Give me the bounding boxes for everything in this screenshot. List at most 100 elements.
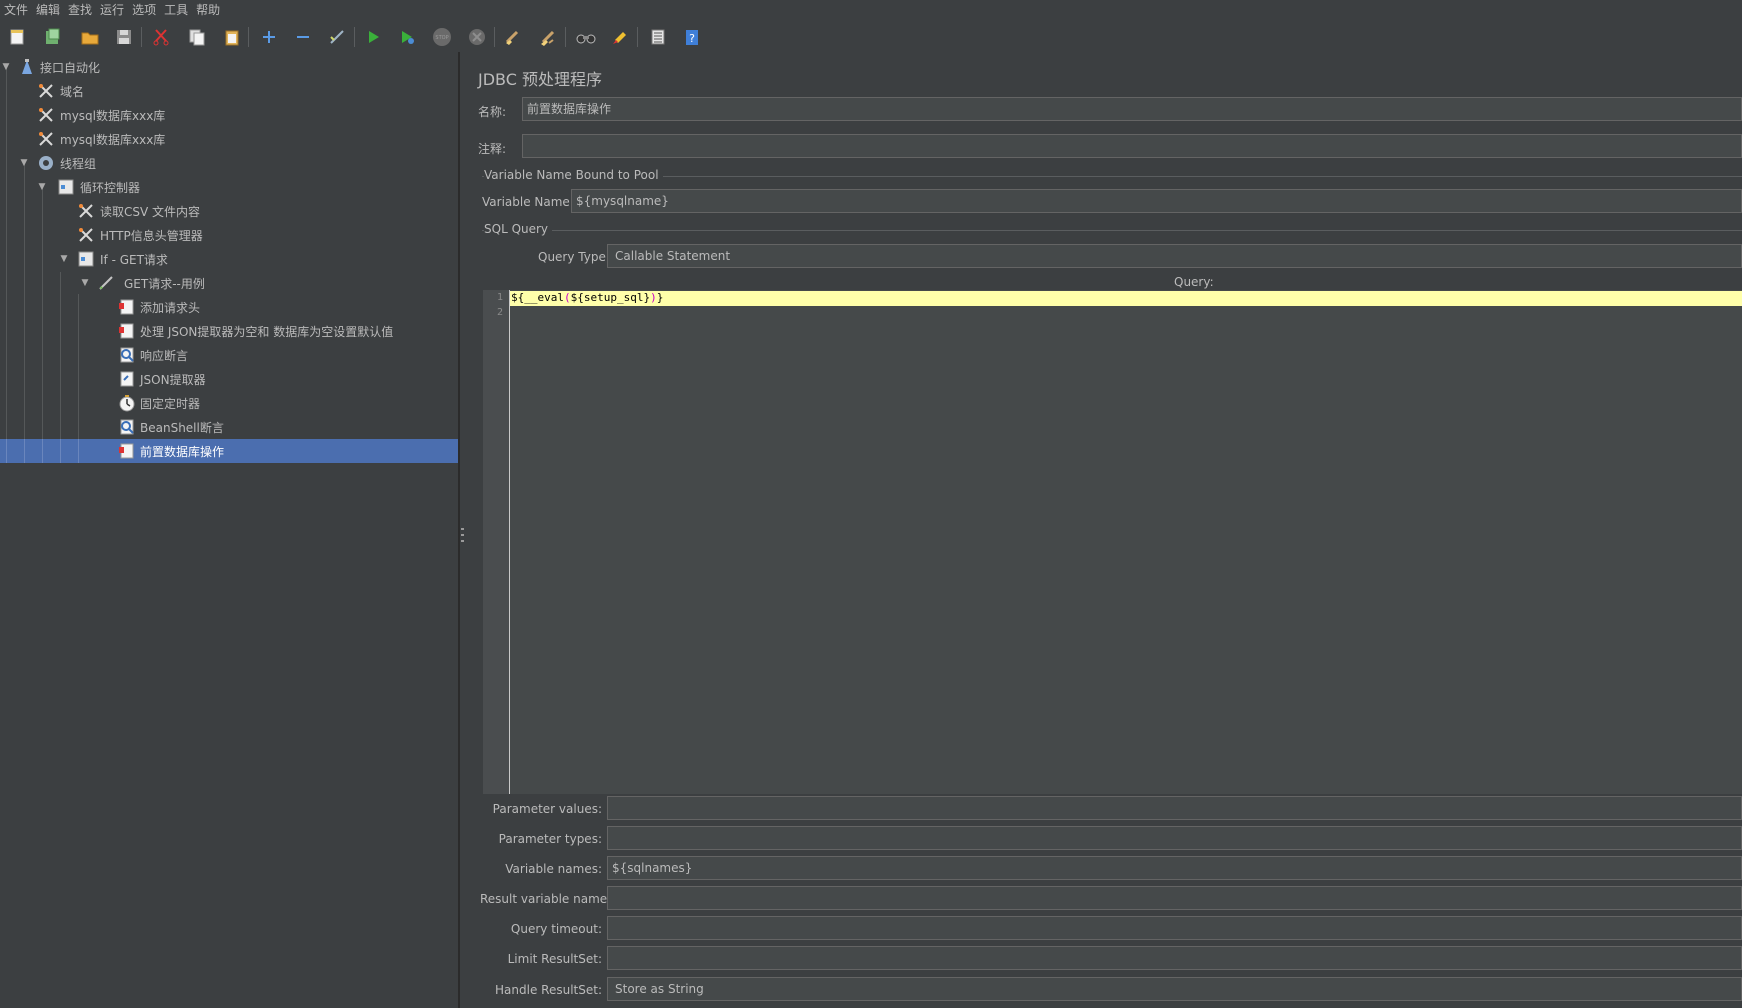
- tree-node-sampler[interactable]: ▼ GET请求--用例: [0, 271, 458, 295]
- tree-node-config[interactable]: HTTP信息头管理器: [0, 223, 458, 247]
- divider: [482, 176, 1742, 177]
- preprocessor-icon: [119, 323, 134, 339]
- if-controller-icon: [78, 251, 94, 267]
- pool-group-title: Variable Name Bound to Pool: [484, 168, 663, 182]
- templates-icon[interactable]: [42, 26, 64, 48]
- help-icon[interactable]: ?: [681, 26, 703, 48]
- config-element-icon: [39, 132, 53, 146]
- svg-text:?: ?: [689, 32, 695, 45]
- tree-node-thread-group[interactable]: ▼ 线程组: [0, 151, 458, 175]
- menu-tools[interactable]: 工具: [160, 0, 192, 20]
- paste-icon[interactable]: [221, 26, 243, 48]
- parameter-values-field[interactable]: [607, 796, 1742, 820]
- config-element-icon: [39, 108, 53, 122]
- tree-node-extractor[interactable]: JSON提取器: [0, 367, 458, 391]
- limit-resultset-label: Limit ResultSet:: [507, 952, 602, 966]
- name-field[interactable]: 前置数据库操作: [522, 97, 1742, 121]
- config-element-icon: [79, 204, 93, 218]
- tree-node-label: 线程组: [60, 156, 97, 171]
- chevron-down-icon[interactable]: ▼: [19, 158, 29, 168]
- tree-node-label: BeanShell断言: [140, 420, 224, 435]
- menu-file[interactable]: 文件: [0, 0, 32, 20]
- tree-node-config[interactable]: 读取CSV 文件内容: [0, 199, 458, 223]
- tree-node-if-controller[interactable]: ▼ If - GET请求: [0, 247, 458, 271]
- menu-help[interactable]: 帮助: [192, 0, 224, 20]
- parameter-types-field[interactable]: [607, 826, 1742, 850]
- toolbar: STOP ?: [0, 20, 1742, 53]
- tree-node-label: 响应断言: [140, 348, 189, 363]
- start-icon[interactable]: [362, 26, 384, 48]
- tree-node-preprocessor[interactable]: 处理 JSON提取器为空和 数据库为空设置默认值: [0, 319, 458, 343]
- variable-names-label: Variable names:: [505, 862, 602, 876]
- toggle-icon[interactable]: [326, 26, 348, 48]
- query-code[interactable]: ${__eval(${setup_sql})}: [511, 290, 663, 305]
- tree-node-preprocessor[interactable]: 添加请求头: [0, 295, 458, 319]
- reset-search-icon[interactable]: [609, 26, 631, 48]
- query-timeout-field[interactable]: [607, 916, 1742, 940]
- tree-node-label: mysql数据库xxx库: [60, 132, 166, 147]
- menu-search[interactable]: 查找: [64, 0, 96, 20]
- tree-node-assertion[interactable]: 响应断言: [0, 343, 458, 367]
- query-type-select[interactable]: Callable Statement: [607, 244, 1742, 268]
- stop-icon[interactable]: STOP: [431, 26, 453, 48]
- clear-all-icon[interactable]: [537, 26, 559, 48]
- tree-node-test-plan[interactable]: ▼ 接口自动化: [0, 55, 458, 79]
- assertion-icon: [120, 419, 134, 435]
- tree-node-label: 循环控制器: [80, 180, 141, 195]
- current-line-highlight: [510, 291, 1742, 306]
- config-element-icon: [39, 84, 53, 98]
- comment-label: 注释:: [478, 142, 507, 156]
- result-variable-name-field[interactable]: [607, 886, 1742, 910]
- splitter-grip-icon[interactable]: [461, 528, 464, 542]
- clear-icon[interactable]: [502, 26, 524, 48]
- tree-node-label: 读取CSV 文件内容: [100, 204, 201, 219]
- chevron-down-icon[interactable]: ▼: [1, 62, 11, 72]
- tree-node-label: GET请求--用例: [124, 276, 205, 291]
- menu-run[interactable]: 运行: [96, 0, 128, 20]
- limit-resultset-field[interactable]: [607, 946, 1742, 970]
- tree-node-config[interactable]: mysql数据库xxx库: [0, 103, 458, 127]
- query-editor[interactable]: [483, 290, 1742, 794]
- preprocessor-icon: [119, 443, 134, 459]
- variable-name-field[interactable]: ${mysqlname}: [571, 189, 1742, 213]
- menu-options[interactable]: 选项: [128, 0, 160, 20]
- comment-field[interactable]: [522, 134, 1742, 158]
- shutdown-icon[interactable]: [466, 26, 488, 48]
- start-no-pause-icon[interactable]: [396, 26, 418, 48]
- tree-node-label: HTTP信息头管理器: [100, 228, 203, 243]
- tree-node-label: 固定定时器: [140, 396, 201, 411]
- function-helper-icon[interactable]: [647, 26, 669, 48]
- editor-gutter: [483, 290, 510, 794]
- variable-names-field[interactable]: ${sqlnames}: [607, 856, 1742, 880]
- open-icon[interactable]: [79, 26, 101, 48]
- save-icon[interactable]: [113, 26, 135, 48]
- parameter-types-label: Parameter types:: [498, 832, 602, 846]
- tree-node-assertion[interactable]: BeanShell断言: [0, 415, 458, 439]
- page-title: JDBC 预处理程序: [478, 70, 602, 89]
- copy-icon[interactable]: [186, 26, 208, 48]
- chevron-down-icon[interactable]: ▼: [59, 254, 69, 264]
- tree-node-config[interactable]: mysql数据库xxx库: [0, 127, 458, 151]
- name-label: 名称:: [478, 105, 507, 119]
- result-variable-name-label: Result variable name:: [480, 892, 612, 906]
- handle-resultset-select[interactable]: Store as String: [607, 977, 1742, 1001]
- assertion-icon: [120, 347, 134, 363]
- tree-node-label: 接口自动化: [40, 60, 101, 75]
- collapse-icon[interactable]: [292, 26, 314, 48]
- chevron-down-icon[interactable]: ▼: [80, 278, 90, 288]
- tree-node-label: JSON提取器: [140, 372, 206, 387]
- sql-query-group-title: SQL Query: [484, 222, 553, 236]
- tree-node-loop-controller[interactable]: ▼ 循环控制器: [0, 175, 458, 199]
- tree-node-config[interactable]: 域名: [0, 79, 458, 103]
- variable-name-label: Variable Name:: [482, 195, 574, 209]
- menu-edit[interactable]: 编辑: [32, 0, 64, 20]
- cut-icon[interactable]: [150, 26, 172, 48]
- tree-node-preprocessor-selected[interactable]: 前置数据库操作: [0, 439, 458, 463]
- search-icon[interactable]: [575, 26, 597, 48]
- expand-icon[interactable]: [258, 26, 280, 48]
- chevron-down-icon[interactable]: ▼: [37, 182, 47, 192]
- tree-node-label: 添加请求头: [140, 300, 201, 315]
- new-icon[interactable]: [6, 26, 28, 48]
- tree-node-timer[interactable]: 固定定时器: [0, 391, 458, 415]
- extractor-icon: [120, 371, 134, 387]
